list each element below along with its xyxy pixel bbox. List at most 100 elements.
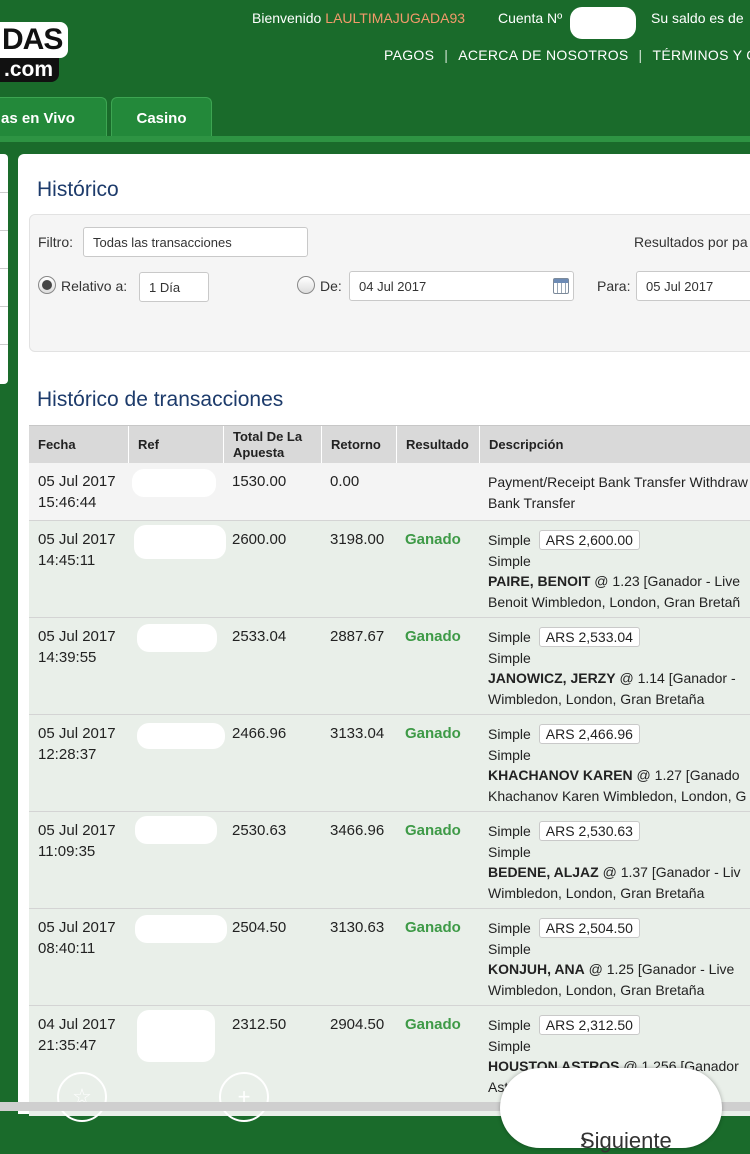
row-result: Ganado [405,1016,461,1033]
row-description: Simple ARS 2,533.04 Simple JANOWICZ, JERZ… [488,627,736,707]
next-button[interactable]: Siguiente › [500,1068,722,1153]
from-label: De: [320,278,342,294]
row-description: Simple ARS 2,504.50 Simple KONJUH, ANA @ … [488,918,735,998]
site-header: DAS .com Bienvenido LAULTIMAJUGADA93 Cuen… [0,0,750,142]
from-date-value: 04 Jul 2017 [359,279,427,294]
redaction-mark [570,7,636,39]
row-stake: 2504.50 [232,919,287,936]
from-date-input[interactable]: 04 Jul 2017 [349,271,574,301]
favorite-button[interactable]: ☆ [57,1072,107,1122]
row-date: 05 Jul 2017 12:28:37 [38,725,116,763]
chevron-right-icon: › [580,1128,588,1153]
calendar-icon[interactable] [553,278,569,294]
filter-select[interactable]: Todas las transacciones [83,227,308,257]
table-header: Fecha Ref Total De La Apuesta Retorno Re… [29,425,750,463]
page-title: Histórico [37,178,119,201]
row-description: Payment/Receipt Bank Transfer Withdraw Ba… [488,474,748,511]
stake-pill: ARS 2,466.96 [538,724,640,744]
to-label: Para: [597,278,631,294]
row-date: 05 Jul 2017 08:40:11 [38,919,116,957]
col-fecha[interactable]: Fecha [29,426,128,463]
redaction-mark [134,525,226,559]
tab-casino[interactable]: Casino [111,97,212,137]
row-result: Ganado [405,531,461,548]
col-total[interactable]: Total De La Apuesta [223,426,321,463]
row-return: 2904.50 [330,1016,385,1033]
logo-main-text: DAS [0,22,69,58]
tab-underline [0,136,750,142]
stake-pill: ARS 2,504.50 [538,918,640,938]
welcome-message: Bienvenido LAULTIMAJUGADA93 [252,10,465,26]
row-return: 2887.67 [330,628,385,645]
history-panel: Histórico Filtro: Todas las transaccione… [18,154,750,1116]
row-stake: 2466.96 [232,725,287,742]
filter-label: Filtro: [38,234,73,250]
row-date: 05 Jul 2017 15:46:44 [38,473,116,511]
relative-label: Relativo a: [61,278,128,294]
logo-sub-text: .com [0,58,60,82]
top-nav: PAGOS|ACERCA DE NOSOTROS|TÉRMINOS Y CO [384,47,750,63]
side-menu-edge[interactable] [0,154,8,384]
table-row[interactable]: 05 Jul 2017 08:40:11 2504.50 3130.63 Gana… [29,909,750,1006]
nav-acerca[interactable]: ACERCA DE NOSOTROS [458,47,628,63]
username: LAULTIMAJUGADA93 [325,10,466,26]
row-stake: 2312.50 [232,1016,287,1033]
from-radio[interactable] [297,276,315,294]
stake-pill: ARS 2,533.04 [538,627,640,647]
row-result: Ganado [405,628,461,645]
row-result: Ganado [405,725,461,742]
row-return: 3130.63 [330,919,385,936]
nav-pagos[interactable]: PAGOS [384,47,434,63]
relative-radio[interactable] [38,276,56,294]
col-retorno[interactable]: Retorno [321,426,396,463]
row-return: 3466.96 [330,822,385,839]
table-row[interactable]: 05 Jul 2017 14:45:11 2600.00 3198.00 Gana… [29,521,750,618]
redaction-mark [132,469,216,497]
row-date: 05 Jul 2017 14:45:11 [38,531,116,569]
row-stake: 2533.04 [232,628,287,645]
nav-terminos[interactable]: TÉRMINOS Y CO [652,47,750,63]
account-number: Cuenta Nº [498,10,562,26]
table-row[interactable]: 05 Jul 2017 12:28:37 2466.96 3133.04 Gana… [29,715,750,812]
row-date: 05 Jul 2017 14:39:55 [38,628,116,666]
col-ref[interactable]: Ref [128,426,223,463]
results-per-page-label: Resultados por pa [634,234,748,250]
table-row[interactable]: 05 Jul 2017 14:39:55 2533.04 2887.67 Gana… [29,618,750,715]
transactions-table: Fecha Ref Total De La Apuesta Retorno Re… [29,425,750,1116]
row-description: Simple ARS 2,600.00 Simple PAIRE, BENOIT … [488,530,741,610]
redaction-mark [137,723,225,749]
stake-pill: ARS 2,530.63 [538,821,640,841]
row-description: Simple ARS 2,466.96 Simple KHACHANOV KARE… [488,724,747,804]
relative-select[interactable]: 1 Día [139,272,209,302]
row-result: Ganado [405,822,461,839]
row-date: 05 Jul 2017 11:09:35 [38,822,116,860]
balance-label: Su saldo es de [651,10,744,26]
redaction-mark [137,624,217,652]
row-date: 04 Jul 2017 21:35:47 [38,1016,116,1054]
row-result: Ganado [405,919,461,936]
next-label: Siguiente [580,1128,672,1153]
row-stake: 2530.63 [232,822,287,839]
redaction-mark [135,816,217,844]
filter-box: Filtro: Todas las transacciones Resultad… [29,214,750,352]
stake-pill: ARS 2,600.00 [538,530,640,550]
row-stake: 2600.00 [232,531,287,548]
stake-pill: ARS 2,312.50 [538,1015,640,1035]
table-row[interactable]: 05 Jul 201715:46:44 1120055 1530.00 0.00… [29,463,750,521]
site-logo[interactable]: DAS .com [0,22,69,84]
row-return: 0.00 [330,473,360,490]
row-stake: 1530.00 [232,473,287,490]
to-date-input[interactable]: 05 Jul 2017 [636,271,750,301]
col-descripcion[interactable]: Descripción [479,426,750,463]
history-title: Histórico de transacciones [37,388,284,411]
redaction-mark [135,915,227,943]
tab-apuestas-en-vivo[interactable]: as en Vivo [0,97,107,137]
col-resultado[interactable]: Resultado [396,426,479,463]
add-button[interactable]: + [219,1072,269,1122]
account-label: Cuenta Nº [498,10,563,26]
redaction-mark [137,1010,215,1062]
row-return: 3133.04 [330,725,385,742]
row-description: Simple ARS 2,530.63 Simple BEDENE, ALJAZ … [488,821,741,901]
row-return: 3198.00 [330,531,385,548]
table-row[interactable]: 05 Jul 2017 11:09:35 2530.63 3466.96 Gana… [29,812,750,909]
